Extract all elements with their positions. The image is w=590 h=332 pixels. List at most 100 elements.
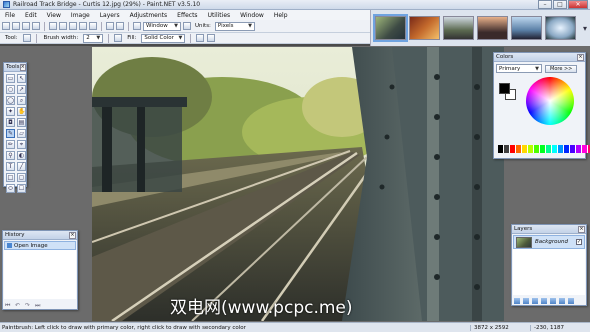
print-icon[interactable] — [32, 22, 40, 30]
ellipse-select-icon[interactable]: ◯ — [6, 96, 15, 105]
pencil-icon[interactable]: ✏ — [6, 140, 15, 149]
delete-layer-icon[interactable] — [523, 298, 529, 304]
color-wheel[interactable] — [526, 77, 574, 125]
line-icon[interactable]: ╱ — [17, 162, 26, 171]
add-layer-icon[interactable] — [514, 298, 520, 304]
redo-icon[interactable] — [116, 22, 124, 30]
fast-forward-icon[interactable]: ⏭ — [35, 302, 42, 309]
cut-icon[interactable] — [49, 22, 57, 30]
menu-utilities[interactable]: Utilities — [203, 12, 236, 19]
photo-railroad-bridge — [92, 47, 504, 321]
fill-select[interactable]: Solid Color ▼ — [141, 33, 186, 43]
close-icon[interactable]: × — [577, 53, 584, 61]
zoom-icon[interactable]: ⌕ — [17, 96, 26, 105]
brush-width-value: 2 — [86, 35, 90, 41]
copy-icon[interactable] — [59, 22, 67, 30]
maximize-button[interactable]: □ — [553, 0, 567, 9]
menu-effects[interactable]: Effects — [172, 12, 202, 19]
save-icon[interactable] — [22, 22, 30, 30]
move-layer-up-icon[interactable] — [550, 298, 556, 304]
layers-panel-header[interactable]: Layers × — [512, 225, 586, 234]
rectangle-icon[interactable]: □ — [6, 173, 15, 182]
recolor-icon[interactable]: ◐ — [17, 151, 26, 160]
rewind-icon[interactable]: ⏮ — [5, 302, 12, 309]
brush-width-input[interactable]: 2 ▼ — [83, 33, 104, 43]
primary-color-swatch[interactable] — [499, 83, 510, 94]
open-icon[interactable] — [12, 22, 20, 30]
undo-icon[interactable]: ↶ — [15, 302, 22, 309]
layers-panel-title: Layers — [514, 226, 533, 232]
history-panel-header[interactable]: History × — [3, 231, 77, 240]
chevron-down-icon: ▼ — [96, 35, 101, 41]
pan-icon[interactable]: ✋ — [17, 107, 26, 116]
close-icon[interactable]: × — [19, 63, 26, 71]
minimize-button[interactable]: – — [538, 0, 552, 9]
rectangle-select-icon[interactable]: ▭ — [6, 74, 15, 83]
move-layer-down-icon[interactable] — [559, 298, 565, 304]
image-thumbnail[interactable] — [511, 16, 542, 40]
blend-mode-icon[interactable] — [207, 34, 216, 42]
zoom-select[interactable]: Window ▼ — [143, 21, 181, 31]
more-button[interactable]: More >> — [545, 64, 578, 73]
menu-view[interactable]: View — [42, 12, 66, 19]
color-mode-select[interactable]: Primary ▼ — [496, 64, 542, 73]
image-thumbnail[interactable] — [545, 16, 576, 40]
new-icon[interactable] — [2, 22, 10, 30]
paste-icon[interactable] — [69, 22, 77, 30]
redo-icon[interactable]: ↷ — [25, 302, 32, 309]
image-thumbnail[interactable] — [409, 16, 440, 40]
layer-properties-icon[interactable] — [568, 298, 574, 304]
ellipse-icon[interactable]: ⬭ — [6, 184, 15, 193]
tools-panel-header[interactable]: Tools × — [4, 63, 26, 72]
move-selection-icon[interactable]: ↖ — [17, 74, 26, 83]
close-button[interactable]: ✕ — [568, 0, 588, 9]
duplicate-layer-icon[interactable] — [532, 298, 538, 304]
layer-visibility-checkbox[interactable]: ✓ — [576, 239, 582, 245]
crop-icon[interactable] — [79, 22, 87, 30]
menu-window[interactable]: Window — [235, 12, 269, 19]
clone-stamp-icon[interactable]: ⚲ — [6, 151, 15, 160]
image-thumbnail[interactable] — [373, 14, 408, 42]
paintbrush-icon[interactable]: ✎ — [6, 129, 15, 138]
menu-adjustments[interactable]: Adjustments — [125, 12, 173, 19]
history-item[interactable]: Open Image — [4, 241, 76, 250]
layer-thumbnail — [516, 236, 532, 248]
paint-bucket-icon[interactable]: ◘ — [6, 118, 15, 127]
merge-layer-icon[interactable] — [541, 298, 547, 304]
image-thumbnail[interactable] — [477, 16, 508, 40]
move-selected-icon[interactable]: ↗ — [17, 85, 26, 94]
menu-image[interactable]: Image — [66, 12, 95, 19]
menu-layers[interactable]: Layers — [95, 12, 125, 19]
antialiasing-toggle-icon[interactable] — [196, 34, 205, 42]
grid-icon[interactable] — [133, 22, 141, 30]
freeform-shape-icon[interactable]: ☐ — [17, 184, 26, 193]
toolbar-divider — [190, 33, 192, 43]
magic-wand-icon[interactable]: ✦ — [6, 107, 15, 116]
image-thumbnail[interactable] — [443, 16, 474, 40]
text-icon[interactable]: T — [6, 162, 15, 171]
layer-item[interactable]: Background ✓ — [513, 235, 585, 249]
antialias-icon[interactable] — [114, 34, 123, 42]
eraser-icon[interactable]: ▱ — [17, 129, 26, 138]
menu-file[interactable]: File — [0, 12, 20, 19]
color-palette — [498, 145, 590, 153]
close-icon[interactable]: × — [578, 225, 585, 233]
rounded-rectangle-icon[interactable]: ▢ — [17, 173, 26, 182]
zoom-value: Window — [146, 23, 168, 29]
rulers-icon[interactable] — [183, 22, 191, 30]
chevron-down-icon[interactable]: ▾ — [583, 24, 587, 33]
image-canvas[interactable] — [92, 47, 504, 321]
paintbrush-icon[interactable] — [22, 34, 31, 42]
units-select[interactable]: Pixels ▼ — [214, 21, 255, 31]
lasso-select-icon[interactable]: ○ — [6, 85, 15, 94]
menu-help[interactable]: Help — [269, 12, 293, 19]
primary-secondary-swatch[interactable] — [499, 83, 517, 101]
undo-icon[interactable] — [106, 22, 114, 30]
menu-edit[interactable]: Edit — [20, 12, 42, 19]
color-picker-icon[interactable]: ⌖ — [17, 140, 26, 149]
close-icon[interactable]: × — [69, 231, 76, 239]
image-thumbnail-strip: ▾ — [370, 10, 590, 46]
deselect-icon[interactable] — [89, 22, 97, 30]
colors-panel-header[interactable]: Colors × — [494, 53, 585, 62]
gradient-icon[interactable]: ▤ — [17, 118, 26, 127]
